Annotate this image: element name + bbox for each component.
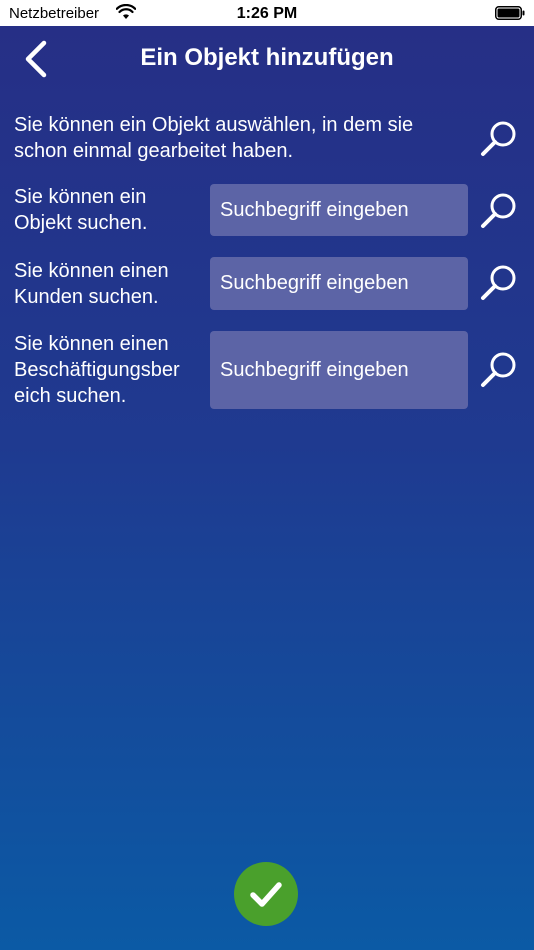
search-icon[interactable]	[478, 190, 520, 232]
battery-icon	[495, 6, 525, 20]
status-bar: Netzbetreiber 1:26 PM	[0, 0, 534, 26]
object-search-input[interactable]	[220, 184, 468, 236]
intro-text: Sie können ein Objekt auswählen, in dem …	[14, 114, 414, 162]
employment-area-search-input[interactable]	[220, 331, 468, 409]
object-search-field[interactable]	[210, 184, 468, 236]
row-label-line: eich suchen.	[14, 385, 127, 407]
header: Ein Objekt hinzufügen	[0, 26, 534, 92]
customer-search-field[interactable]	[210, 257, 468, 310]
confirm-button[interactable]	[234, 862, 298, 926]
page-title: Ein Objekt hinzufügen	[140, 44, 394, 71]
status-time: 1:26 PM	[236, 5, 298, 22]
search-icon[interactable]	[478, 262, 520, 304]
row-label-customer: Sie können einen Kunden suchen.	[14, 258, 209, 310]
row-label-object: Sie können ein Objekt suchen.	[14, 184, 209, 236]
row-label-line: Kunden suchen.	[14, 286, 159, 308]
row-label-line: Sie können einen	[14, 333, 169, 355]
search-icon[interactable]	[478, 349, 520, 391]
employment-area-search-field[interactable]	[210, 331, 468, 409]
row-label-employment-area: Sie können einen Beschäftigungsber eich …	[14, 331, 209, 409]
checkmark-icon	[250, 882, 282, 907]
customer-search-input[interactable]	[220, 257, 468, 310]
row-label-line: Sie können ein	[14, 186, 147, 208]
search-icon[interactable]	[478, 118, 520, 160]
row-label-line: Beschäftigungsber	[14, 359, 180, 381]
row-label-line: Objekt suchen.	[14, 212, 148, 234]
app-screen: Ein Objekt hinzufügen Sie können ein Obj…	[0, 26, 534, 950]
row-label-line: Sie können einen	[14, 260, 169, 282]
